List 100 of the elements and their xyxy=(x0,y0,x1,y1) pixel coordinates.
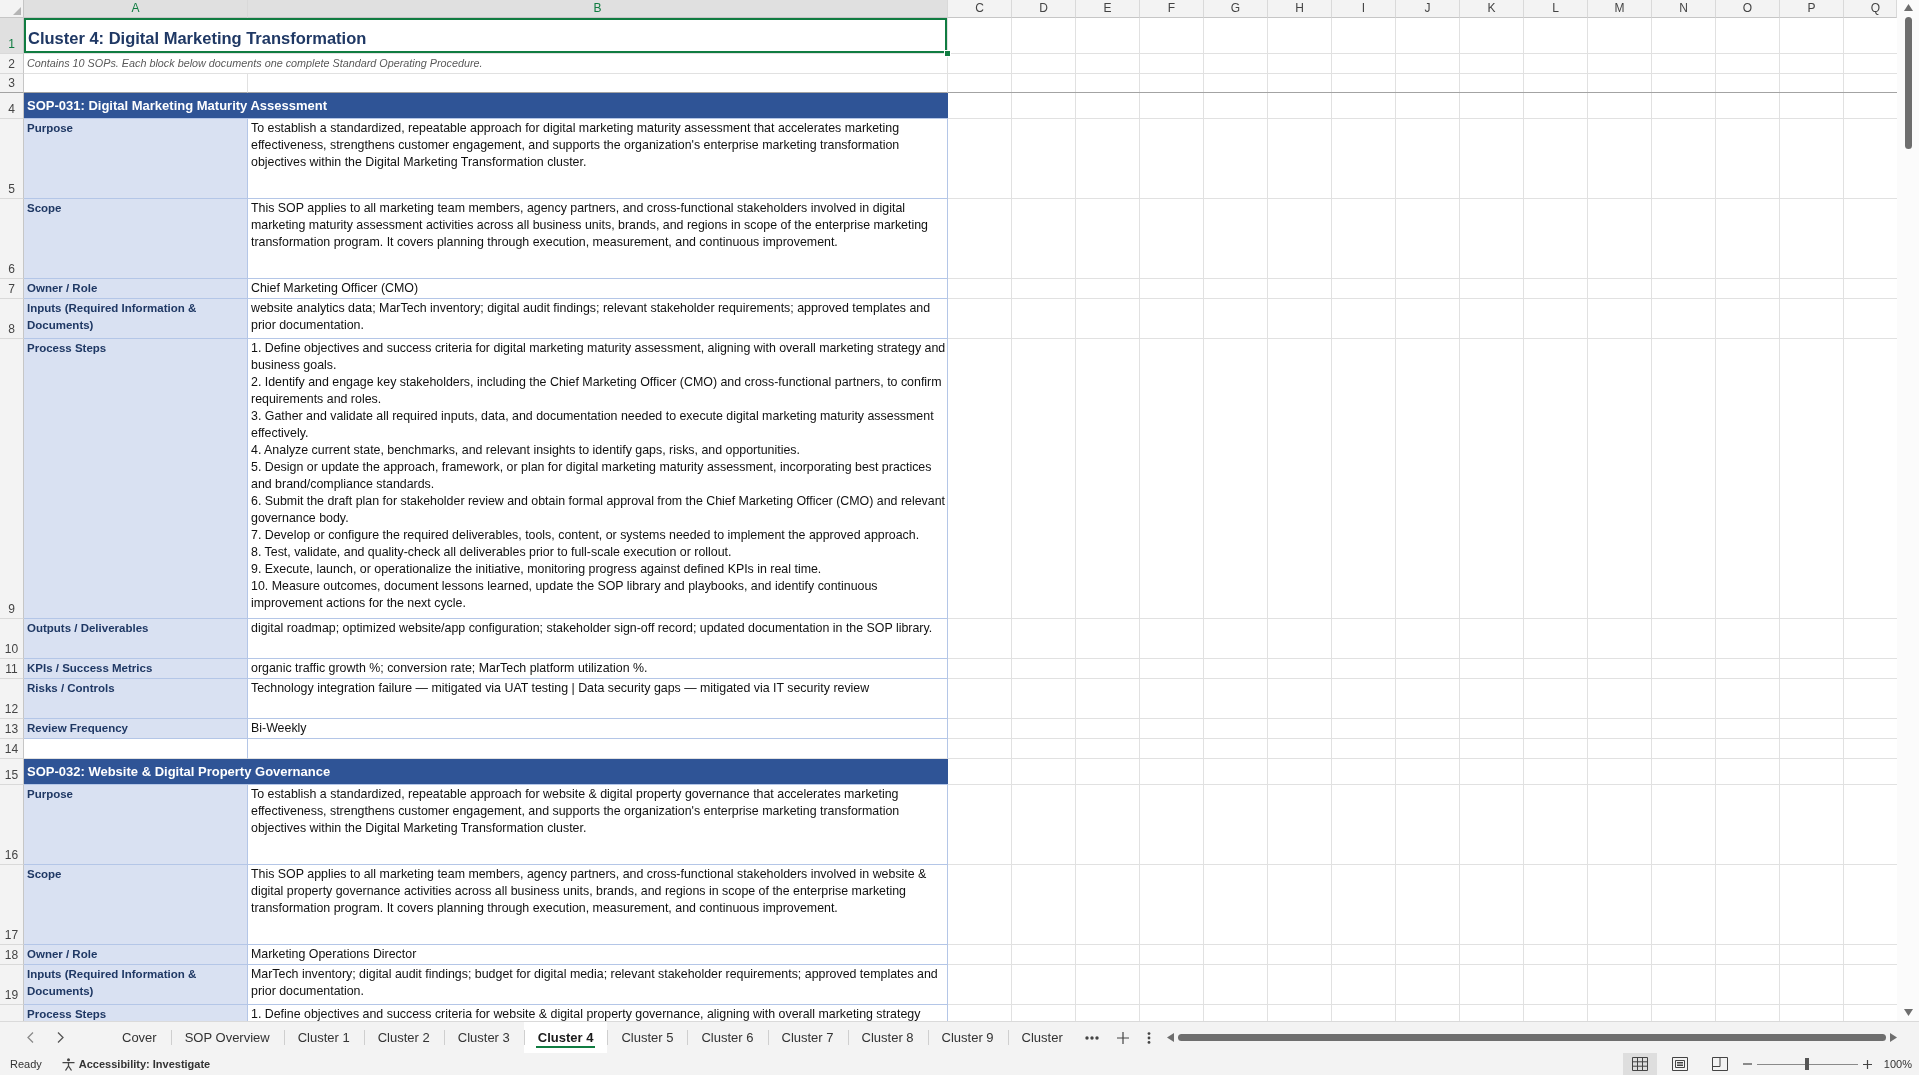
field-label: Outputs / Deliverables xyxy=(24,619,248,659)
row-header[interactable]: 12 xyxy=(0,679,24,719)
sop-heading: SOP-032: Website & Digital Property Governance xyxy=(24,759,948,785)
accessibility-icon xyxy=(61,1057,75,1071)
sheet-tab[interactable]: Cluster 6 xyxy=(687,1022,768,1053)
sheet-tab[interactable]: Cluster 9 xyxy=(927,1022,1008,1053)
sheet-tab[interactable]: Cluster 1 xyxy=(283,1022,364,1053)
field-value: MarTech inventory; digital audit findings; budget for digital media; relevant stakeholder requirements; approved templates and prior documentation. xyxy=(248,965,948,1005)
sheet-subtitle: Contains 10 SOPs. Each block below documents one complete Standard Operating Procedure. xyxy=(27,57,483,70)
row-header[interactable]: 10 xyxy=(0,619,24,659)
column-header[interactable]: A xyxy=(24,0,248,18)
scroll-right-icon[interactable] xyxy=(1890,1033,1897,1042)
process-step: 5. Design or update the approach, framework, or plan for digital marketing maturity assessment, incorporating best practices and brand/compliance standards. xyxy=(251,459,946,493)
accessibility-button[interactable]: Accessibility: Investigate xyxy=(61,1057,211,1071)
process-step: 1. Define objectives and success criteria for digital marketing maturity assessment, aligning with overall marketing strategy and business goals. xyxy=(251,340,946,374)
field-label: Process Steps xyxy=(24,339,248,619)
row-header[interactable]: 11 xyxy=(0,659,24,679)
column-header[interactable]: H xyxy=(1268,0,1332,18)
sheet-tab[interactable]: Cluster 5 xyxy=(607,1022,688,1053)
scroll-thumb[interactable] xyxy=(1177,1034,1886,1041)
field-label: Owner / Role xyxy=(24,945,248,965)
column-header[interactable]: J xyxy=(1396,0,1460,18)
sheet-tab[interactable]: Cluster xyxy=(1007,1022,1077,1053)
column-header[interactable]: K xyxy=(1460,0,1524,18)
vertical-ellipsis-icon[interactable] xyxy=(1146,1031,1151,1044)
minus-icon[interactable] xyxy=(1742,1063,1752,1065)
field-value: website analytics data; MarTech inventory; digital audit findings; relevant stakeholder requirements; approved templates and prior documentation. xyxy=(248,299,948,339)
plus-icon[interactable] xyxy=(1862,1059,1872,1069)
sheet-tab[interactable]: Cluster 8 xyxy=(847,1022,928,1053)
process-step: 8. Test, validate, and quality-check all deliverables prior to full-scale execution or rollout. xyxy=(251,544,946,561)
row-header[interactable]: 4 xyxy=(0,93,24,119)
plus-icon[interactable] xyxy=(1116,1031,1129,1044)
field-label: Risks / Controls xyxy=(24,679,248,719)
row-header[interactable]: 13 xyxy=(0,719,24,739)
column-header[interactable]: L xyxy=(1524,0,1588,18)
row-header[interactable]: 7 xyxy=(0,279,24,299)
row-header[interactable]: 1 xyxy=(0,18,24,54)
row-header[interactable]: 9 xyxy=(0,339,24,619)
field-label: Inputs (Required Information & Documents) xyxy=(24,965,248,1005)
row-header[interactable]: 18 xyxy=(0,945,24,965)
column-header[interactable]: I xyxy=(1332,0,1396,18)
row-header[interactable]: 3 xyxy=(0,74,24,93)
column-header[interactable]: M xyxy=(1588,0,1652,18)
column-header[interactable]: P xyxy=(1780,0,1844,18)
zoom-level[interactable]: 100% xyxy=(1883,1058,1912,1070)
process-step: 9. Execute, launch, or operationalize the initiative, monitoring progress against defined KPIs in real time. xyxy=(251,561,946,578)
row-header[interactable]: 8 xyxy=(0,299,24,339)
scroll-down-icon[interactable] xyxy=(1903,1009,1913,1016)
ellipsis-icon[interactable] xyxy=(1084,1035,1099,1040)
field-label: Purpose xyxy=(24,119,248,199)
field-label: Purpose xyxy=(24,785,248,865)
field-value: This SOP applies to all marketing team members, agency partners, and cross-functional stakeholders involved in website & digital property governance activities across all business units, brands, and regions in scope of the enterprise marketing transformation program. It covers planning through execution, measurement, and continuous improvement. xyxy=(248,865,948,945)
sheet-tab[interactable]: Cluster 7 xyxy=(767,1022,848,1053)
sheet-title: Cluster 4: Digital Marketing Transformation xyxy=(28,29,367,48)
vertical-scrollbar[interactable] xyxy=(1897,0,1919,1021)
row-header[interactable]: 5 xyxy=(0,119,24,199)
scroll-up-icon[interactable] xyxy=(1903,4,1913,11)
sheet-tab[interactable]: Cover xyxy=(108,1022,171,1053)
field-label: Scope xyxy=(24,865,248,945)
scroll-left-icon[interactable] xyxy=(1166,1033,1174,1042)
row-header[interactable]: 2 xyxy=(0,54,24,74)
process-step: 1. Define objectives and success criteria for website & digital property governance, aligning with overall marketing strategy xyxy=(251,1006,946,1021)
chevron-left-icon[interactable] xyxy=(27,1032,34,1043)
row-header[interactable]: 19 xyxy=(0,965,24,1005)
row-header[interactable]: 17 xyxy=(0,865,24,945)
sheet-tab[interactable]: Cluster 3 xyxy=(443,1022,524,1053)
field-value: Bi-Weekly xyxy=(248,719,948,739)
row-header[interactable]: 16 xyxy=(0,785,24,865)
slider-thumb[interactable] xyxy=(1805,1058,1810,1070)
horizontal-scrollbar[interactable] xyxy=(1166,1030,1897,1045)
column-header[interactable]: C xyxy=(948,0,1012,18)
column-header[interactable]: F xyxy=(1140,0,1204,18)
field-value: To establish a standardized, repeatable approach for digital marketing maturity assessment that accelerates marketing effectiveness, strengthens customer engagement, and supports the organization's enterprise marketing transformation objectives within the Digital Marketing Transformation cluster. xyxy=(248,119,948,199)
scroll-thumb[interactable] xyxy=(1904,17,1912,149)
row-header[interactable]: 14 xyxy=(0,739,24,759)
field-value: To establish a standardized, repeatable approach for website & digital property governance that accelerates marketing effectiveness, strengthens customer engagement, and supports the organization's enterprise marketing transformation objectives within the Digital Marketing Transformation cluster. xyxy=(248,785,948,865)
column-header[interactable]: N xyxy=(1652,0,1716,18)
fill-handle-icon[interactable] xyxy=(944,50,951,57)
column-header[interactable]: O xyxy=(1716,0,1780,18)
row-header[interactable]: 15 xyxy=(0,759,24,785)
column-header[interactable]: E xyxy=(1076,0,1140,18)
process-step: 3. Gather and validate all required inputs, data, and documentation needed to execute digital marketing maturity assessment effectively. xyxy=(251,408,946,442)
title-cell[interactable]: Cluster 4: Digital Marketing Transformation xyxy=(24,18,948,54)
column-header[interactable]: B xyxy=(248,0,948,18)
column-header[interactable]: G xyxy=(1204,0,1268,18)
field-label: Process Steps xyxy=(24,1005,248,1021)
view-button[interactable] xyxy=(1622,1053,1657,1075)
chevron-right-icon[interactable] xyxy=(57,1032,64,1043)
sheet-tab[interactable]: Cluster 4 xyxy=(523,1022,608,1053)
field-value: digital roadmap; optimized website/app configuration; stakeholder sign-off record; updated documentation in the SOP library. xyxy=(248,619,948,659)
sheet-tab[interactable]: SOP Overview xyxy=(170,1022,284,1053)
sop-heading: SOP-031: Digital Marketing Maturity Assessment xyxy=(24,93,948,119)
sheet-tab[interactable]: Cluster 2 xyxy=(363,1022,444,1053)
grid-icon xyxy=(1631,1057,1648,1071)
field-value: Marketing Operations Director xyxy=(248,945,948,965)
field-value: Chief Marketing Officer (CMO) xyxy=(248,279,948,299)
field-label: Inputs (Required Information & Documents) xyxy=(24,299,248,339)
column-header[interactable]: D xyxy=(1012,0,1076,18)
row-header[interactable]: 6 xyxy=(0,199,24,279)
page-break-icon xyxy=(1711,1057,1728,1071)
